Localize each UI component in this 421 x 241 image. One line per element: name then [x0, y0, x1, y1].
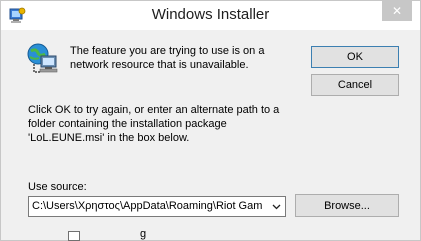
use-source-label: Use source:	[28, 181, 87, 193]
network-computer-icon	[26, 42, 60, 76]
instructions-text: Click OK to try again, or enter an alter…	[28, 104, 280, 144]
cancel-button[interactable]: Cancel	[311, 74, 399, 96]
installer-dialog: Windows Installer ✕ The feature you are …	[0, 0, 421, 241]
close-icon: ✕	[391, 4, 403, 18]
ok-button[interactable]: OK	[311, 46, 399, 68]
chevron-down-icon[interactable]	[268, 197, 285, 216]
dialog-body: The feature you are trying to use is on …	[1, 30, 420, 240]
background-partial-text: g	[140, 228, 147, 240]
source-path-value[interactable]: C:\Users\Χρηστος\AppData\Roaming\Riot Ga…	[32, 200, 267, 212]
close-button[interactable]: ✕	[382, 1, 412, 21]
background-checkbox[interactable]	[68, 231, 80, 241]
error-message: The feature you are trying to use is on …	[70, 45, 265, 71]
source-path-combobox[interactable]: C:\Users\Χρηστος\AppData\Roaming\Riot Ga…	[28, 196, 286, 217]
window-title: Windows Installer	[151, 6, 270, 23]
browse-button[interactable]: Browse...	[295, 194, 399, 217]
title-bar[interactable]: Windows Installer ✕	[1, 1, 420, 30]
